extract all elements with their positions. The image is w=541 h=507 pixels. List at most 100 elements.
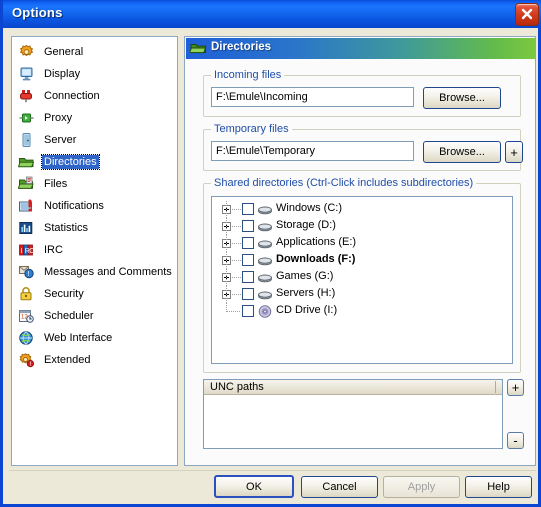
sidebar-item-extended[interactable]: ! Extended — [12, 349, 177, 371]
directories-panel: Directories Incoming files Browse... Tem… — [184, 36, 536, 466]
tree-row[interactable]: Applications (E:) — [212, 235, 512, 252]
sidebar-item-security[interactable]: Security — [12, 283, 177, 305]
options-window: Options General Display Connection Proxy… — [0, 0, 541, 507]
tree-row-label: CD Drive (I:) — [276, 304, 338, 316]
temporary-add-button[interactable]: + — [505, 141, 523, 163]
plug-icon — [18, 88, 36, 104]
close-button[interactable] — [515, 3, 539, 26]
shared-directories-label: Shared directories (Ctrl-Click includes … — [211, 177, 477, 189]
hard-drive-icon — [257, 220, 273, 233]
sidebar-item-display[interactable]: Display — [12, 63, 177, 85]
sidebar-item-proxy[interactable]: Proxy — [12, 107, 177, 129]
unc-add-button[interactable]: + — [507, 379, 524, 396]
statistics-icon — [18, 220, 36, 236]
tree-connector — [226, 252, 227, 269]
sidebar-item-web-interface[interactable]: Web Interface — [12, 327, 177, 349]
sidebar-item-label: Files — [44, 178, 68, 190]
hard-drive-icon — [257, 254, 273, 267]
tree-connector — [232, 294, 241, 295]
sidebar-item-irc[interactable]: I R C IRC — [12, 239, 177, 261]
sidebar-item-label: Connection — [44, 90, 100, 102]
sidebar-item-server[interactable]: Server — [12, 129, 177, 151]
temporary-path-input[interactable] — [211, 141, 414, 161]
folder-icon — [188, 41, 207, 59]
unc-paths-list[interactable]: UNC paths — [203, 379, 503, 449]
gear-icon — [18, 44, 36, 60]
tree-row[interactable]: Downloads (F:) — [212, 252, 512, 269]
sidebar-item-connection[interactable]: Connection — [12, 85, 177, 107]
tree-row-label: Storage (D:) — [276, 219, 336, 231]
sidebar-item-label: General — [44, 46, 84, 58]
tree-row[interactable]: Servers (H:) — [212, 286, 512, 303]
sidebar-item-files[interactable]: Files — [12, 173, 177, 195]
lock-icon — [18, 286, 36, 302]
panel-header: Directories — [186, 38, 536, 59]
temporary-browse-button[interactable]: Browse... — [423, 141, 501, 163]
unc-remove-button[interactable]: - — [507, 432, 524, 449]
sidebar-item-messages-and-comments[interactable]: ! Messages and Comments — [12, 261, 177, 283]
svg-text:I: I — [20, 248, 22, 255]
sidebar-item-label: Notifications — [44, 200, 104, 212]
hard-drive-icon — [257, 237, 273, 250]
sidebar-item-statistics[interactable]: Statistics — [12, 217, 177, 239]
cancel-button[interactable]: Cancel — [301, 476, 378, 498]
tree-connector — [226, 201, 227, 218]
svg-text:C: C — [29, 248, 34, 255]
sidebar-item-general[interactable]: General — [12, 41, 177, 63]
sidebar-item-label: Security — [44, 288, 84, 300]
shared-directories-tree[interactable]: Windows (C:) Storage (D:) Applications (… — [211, 196, 513, 364]
tree-connector — [226, 235, 227, 252]
incoming-path-input[interactable] — [211, 87, 414, 107]
sidebar-item-label: Statistics — [44, 222, 89, 234]
monitor-icon — [18, 66, 36, 82]
sidebar-item-label: Extended — [44, 354, 91, 366]
tree-connector — [226, 286, 227, 303]
sidebar-item-scheduler[interactable]: 12 Scheduler — [12, 305, 177, 327]
settings-category-list[interactable]: General Display Connection Proxy Server … — [11, 36, 178, 466]
sidebar-item-directories[interactable]: Directories — [12, 151, 177, 173]
sidebar-item-label: Server — [44, 134, 77, 146]
tree-row[interactable]: CD Drive (I:) — [212, 303, 512, 320]
tree-checkbox[interactable] — [242, 271, 254, 283]
tree-checkbox[interactable] — [242, 254, 254, 266]
tree-connector — [226, 218, 227, 235]
unc-paths-header-label: UNC paths — [210, 381, 264, 393]
tree-row-label: Games (G:) — [276, 270, 334, 282]
footer-divider — [9, 470, 536, 471]
tree-row-label: Applications (E:) — [276, 236, 357, 248]
tree-row[interactable]: Games (G:) — [212, 269, 512, 286]
title-bar: Options — [3, 0, 541, 28]
tree-checkbox[interactable] — [242, 203, 254, 215]
irc-icon: I R C — [18, 242, 36, 258]
cd-drive-icon — [257, 305, 273, 318]
folder-icon — [17, 154, 36, 170]
calendar-clock-icon: 12 — [18, 308, 36, 324]
sidebar-item-notifications[interactable]: Notifications — [12, 195, 177, 217]
panel-title: Directories — [211, 41, 272, 53]
svg-text:!: ! — [29, 361, 31, 368]
incoming-files-label: Incoming files — [211, 69, 285, 81]
unc-paths-column-header[interactable]: UNC paths — [204, 380, 502, 395]
tree-row[interactable]: Windows (C:) — [212, 201, 512, 218]
gear-alert-icon: ! — [18, 352, 36, 368]
temporary-files-label: Temporary files — [211, 123, 292, 135]
tree-connector — [232, 260, 241, 261]
close-x-icon — [521, 8, 533, 20]
tree-row-label: Windows (C:) — [276, 202, 343, 214]
tree-checkbox[interactable] — [242, 220, 254, 232]
tree-row[interactable]: Storage (D:) — [212, 218, 512, 235]
tree-checkbox[interactable] — [242, 288, 254, 300]
svg-text:!: ! — [28, 271, 30, 278]
window-title: Options — [12, 5, 63, 20]
notification-icon — [18, 198, 36, 214]
tree-checkbox[interactable] — [242, 305, 254, 317]
tree-checkbox[interactable] — [242, 237, 254, 249]
files-icon — [17, 176, 36, 192]
tree-connector — [226, 269, 227, 286]
messages-icon: ! — [18, 264, 36, 280]
column-divider[interactable] — [495, 381, 496, 393]
tree-connector — [227, 311, 241, 312]
incoming-browse-button[interactable]: Browse... — [423, 87, 501, 109]
ok-button[interactable]: OK — [214, 475, 294, 498]
help-button[interactable]: Help — [465, 476, 532, 498]
